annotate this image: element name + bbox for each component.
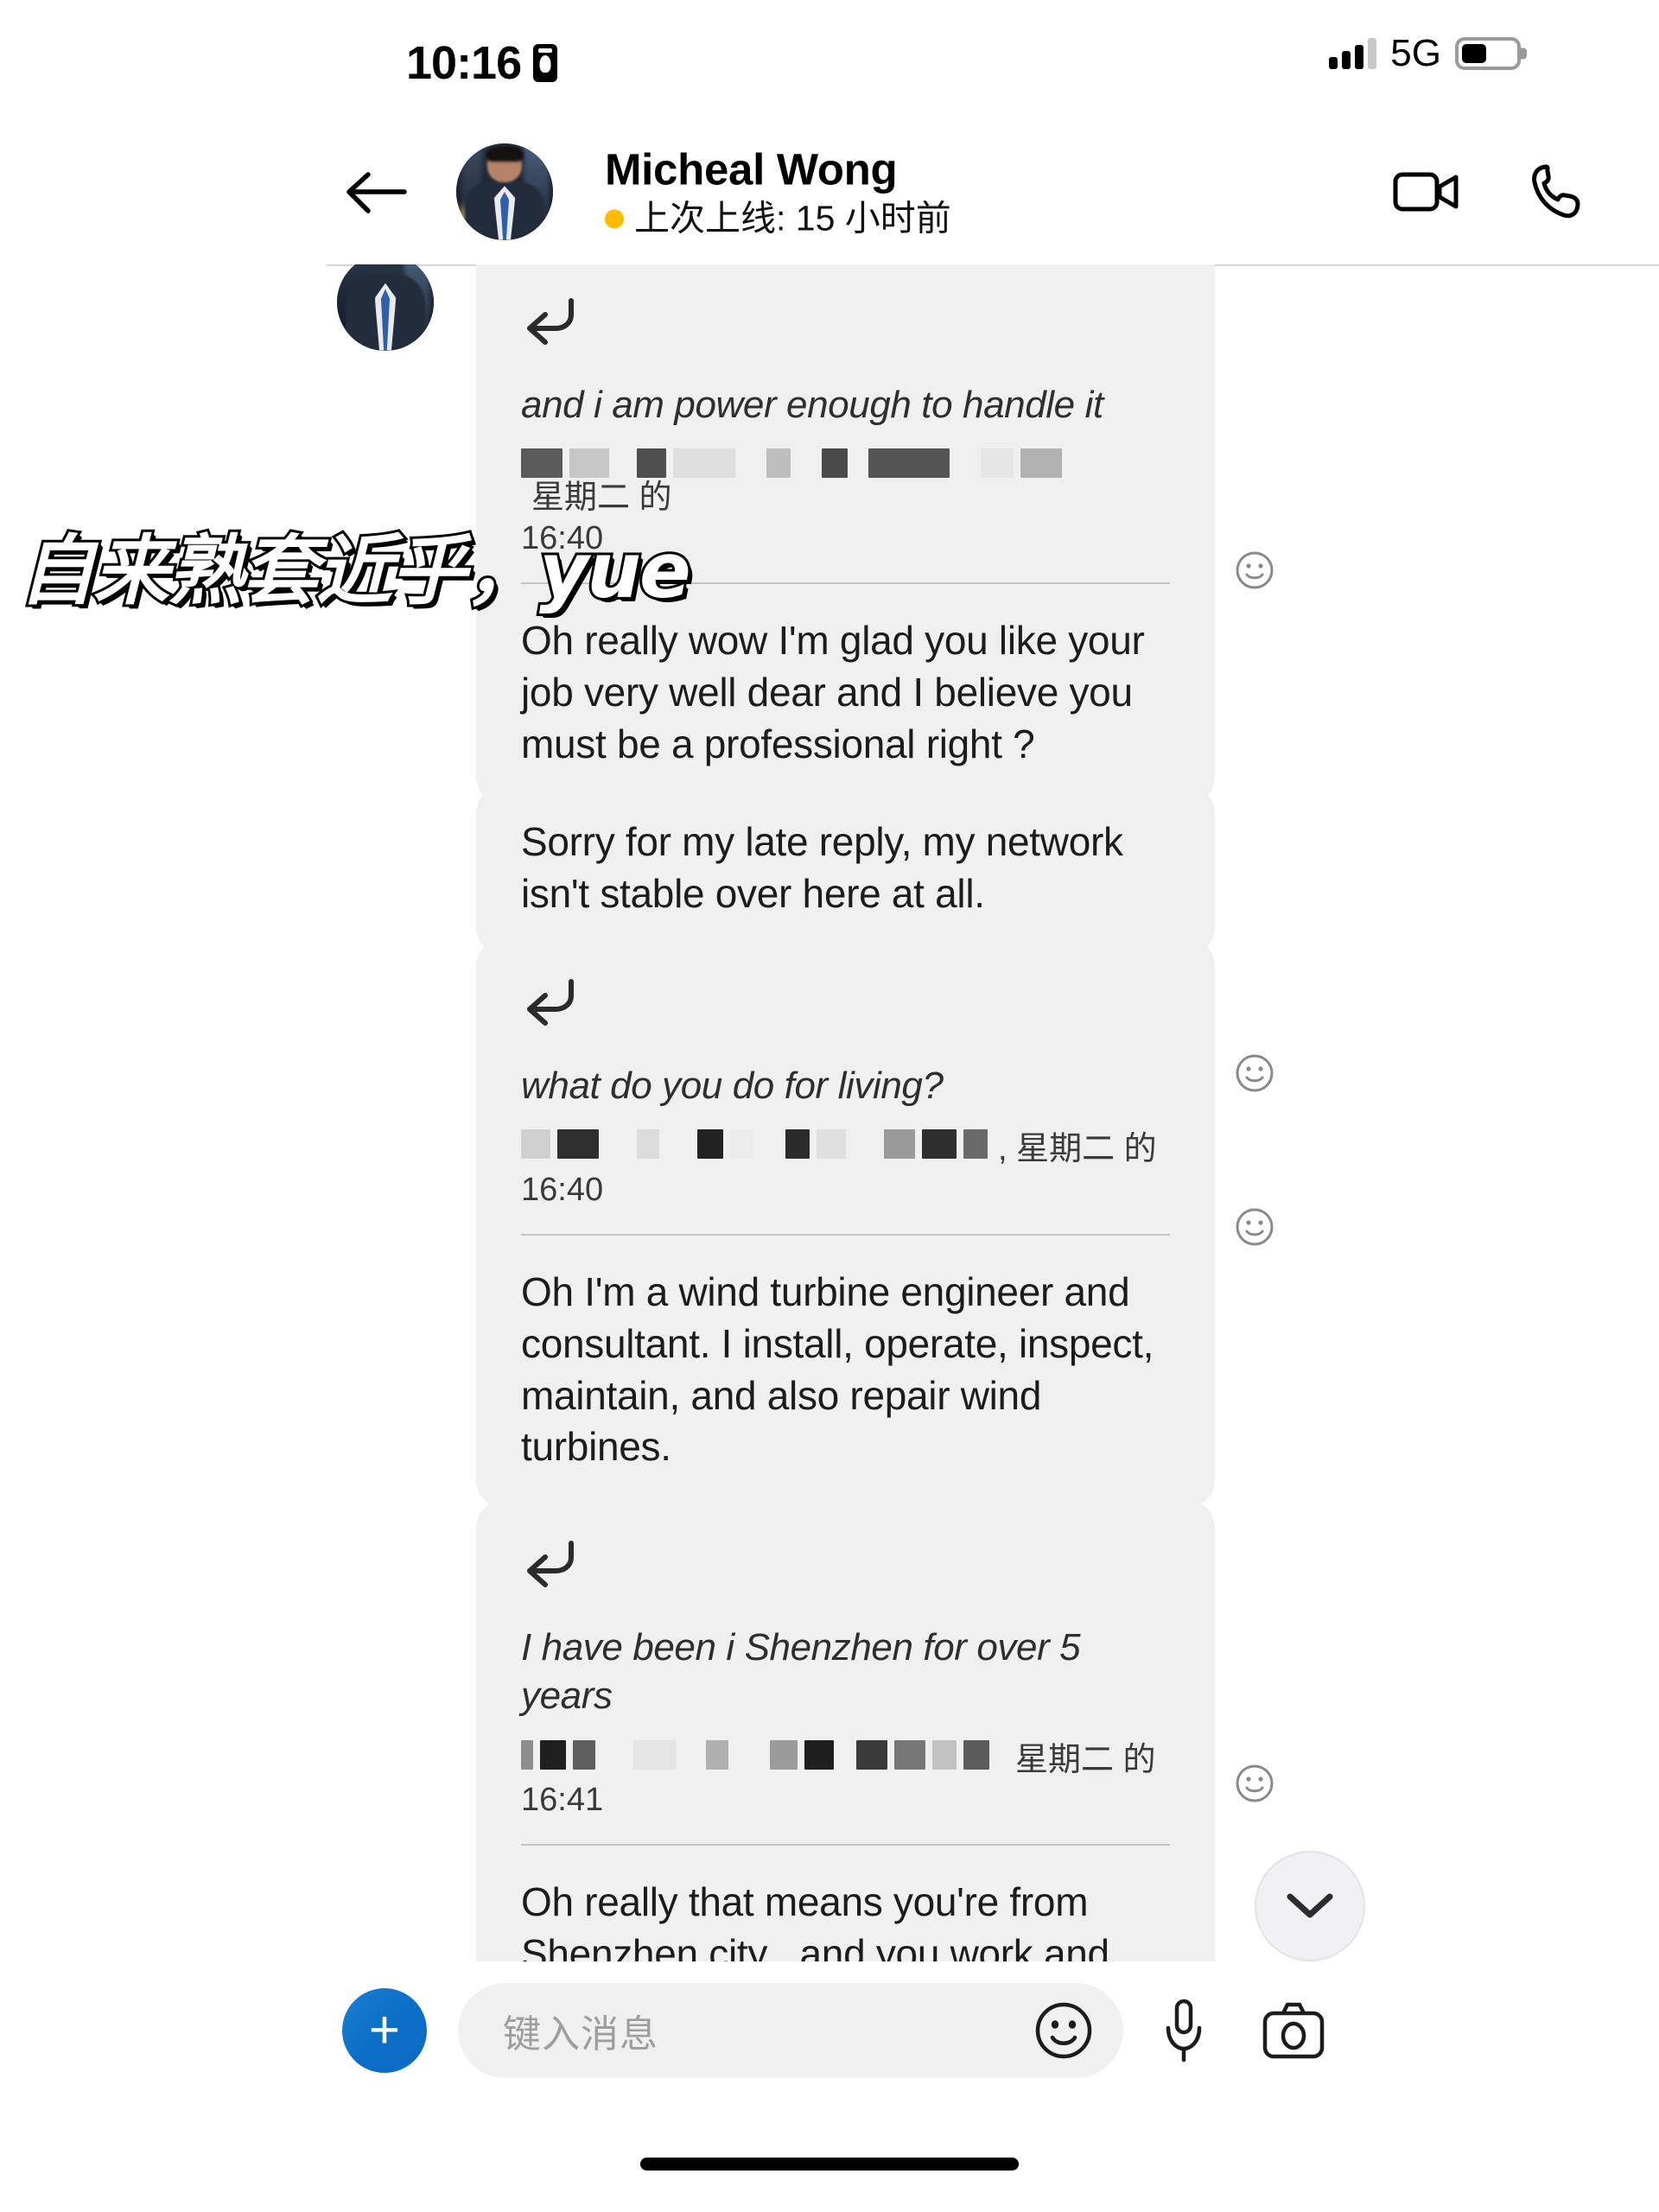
portrait-orientation-lock-icon — [533, 44, 558, 82]
quoted-message[interactable]: I have been i Shenzhen for over 5 years … — [476, 1500, 1215, 1835]
redacted-sender — [730, 1129, 753, 1160]
quoted-day: 星期二 的 — [531, 480, 672, 517]
camera-icon[interactable] — [1260, 1999, 1327, 2062]
redacted-sender — [766, 448, 791, 479]
smiley-reaction-icon[interactable] — [1234, 1052, 1275, 1094]
quoted-day: 星期二 的 — [1015, 1741, 1156, 1778]
redacted-sender — [697, 1129, 723, 1160]
redacted-sender — [521, 1739, 533, 1770]
quoted-time: 16:40 — [521, 519, 604, 556]
plus-icon: + — [368, 1999, 401, 2060]
redacted-sender — [981, 448, 1014, 479]
presence-line: 上次上线: 15 小时前 — [605, 199, 951, 238]
redacted-sender — [922, 1129, 957, 1160]
page-title: Micheal Wong — [605, 144, 898, 194]
redacted-sender — [637, 1129, 659, 1160]
message-bubble[interactable]: Sorry for my late reply, my network isn'… — [476, 785, 1215, 955]
redacted-sender — [521, 448, 563, 479]
message-bubble[interactable]: I have been i Shenzhen for over 5 years … — [476, 1500, 1215, 1999]
status-time-group: 10:16 — [406, 36, 558, 90]
battery-fill — [1462, 44, 1487, 63]
presence-dot-icon — [605, 209, 624, 229]
video-camera-icon[interactable] — [1393, 168, 1460, 216]
signal-bars-icon — [1329, 38, 1377, 69]
search-input[interactable]: 键入消息 — [503, 2003, 1033, 2058]
redacted-sender — [856, 1739, 887, 1770]
phone-icon[interactable] — [1528, 163, 1581, 220]
redacted-sender — [540, 1739, 566, 1770]
quoted-meta: 星期二 的 16:41 — [521, 1739, 1170, 1821]
quoted-meta: 星期二 的 16:40 — [521, 448, 1170, 558]
avatar[interactable] — [456, 143, 553, 240]
quoted-message[interactable]: and i am power enough to handle it 星期二 的… — [476, 264, 1215, 574]
redacted-sender — [822, 448, 848, 479]
message-input-bar: + 键入消息 — [0, 1961, 1659, 2100]
reply-arrow-icon — [521, 976, 1170, 1031]
redacted-sender — [963, 1129, 988, 1160]
smiley-reaction-icon[interactable] — [1234, 1763, 1275, 1804]
quoted-time: 16:40 — [521, 1171, 604, 1208]
home-indicator-bar[interactable] — [640, 2158, 1019, 2171]
network-type-label: 5G — [1390, 32, 1441, 74]
status-bar: 10:16 5G — [0, 0, 1659, 112]
quoted-text: what do you do for living? — [521, 1065, 944, 1107]
redacted-sender — [770, 1739, 798, 1770]
scroll-to-bottom-button[interactable] — [1255, 1851, 1365, 1961]
redacted-sender — [673, 448, 735, 479]
back-arrow-icon[interactable] — [344, 168, 408, 216]
redacted-sender — [1020, 448, 1062, 479]
chat-header: Micheal Wong 上次上线: 15 小时前 — [0, 119, 1659, 264]
chevron-down-icon — [1287, 1893, 1333, 1918]
message-text: Oh really wow I'm glad you like your job… — [521, 618, 1145, 766]
message-text: Sorry for my late reply, my network isn'… — [521, 819, 1123, 916]
header-contact-info[interactable]: Micheal Wong 上次上线: 15 小时前 — [605, 145, 951, 238]
message-text: Oh I'm a wind turbine engineer and consu… — [521, 1269, 1154, 1470]
quoted-time: 16:41 — [521, 1781, 604, 1818]
redacted-sender — [785, 1129, 810, 1160]
message-bubble[interactable]: and i am power enough to handle it 星期二 的… — [476, 264, 1215, 805]
quoted-text: and i am power enough to handle it — [521, 384, 1103, 426]
message-bubble[interactable]: what do you do for living? , 星期二 的 16:40 — [476, 938, 1215, 1509]
message-input-field[interactable]: 键入消息 — [458, 1983, 1123, 2078]
redacted-sender — [868, 448, 950, 479]
redacted-sender — [932, 1739, 957, 1770]
chat-screen: 10:16 5G Micheal Wong 上次上线: 15 小时前 and i… — [0, 0, 1659, 2212]
redacted-sender — [894, 1739, 925, 1770]
redacted-sender — [573, 1739, 595, 1770]
presence-text: 上次上线: 15 小时前 — [634, 198, 951, 238]
redacted-sender — [637, 448, 666, 479]
reply-arrow-icon — [521, 296, 1170, 350]
quoted-day: , 星期二 的 — [998, 1131, 1157, 1168]
redacted-sender — [706, 1739, 728, 1770]
redacted-sender — [557, 1129, 599, 1160]
redacted-sender — [569, 448, 609, 479]
redacted-sender — [963, 1739, 989, 1770]
reply-arrow-icon — [521, 1538, 1170, 1592]
peer-avatar[interactable] — [337, 264, 434, 351]
quoted-meta: , 星期二 的 16:40 — [521, 1129, 1170, 1210]
header-actions — [1393, 163, 1581, 220]
microphone-icon[interactable] — [1161, 1997, 1206, 2064]
smiley-reaction-icon[interactable] — [1234, 1206, 1275, 1248]
input-actions — [1161, 1997, 1327, 2064]
redacted-sender — [804, 1739, 834, 1770]
status-time: 10:16 — [406, 37, 522, 89]
status-indicators: 5G — [1329, 35, 1521, 73]
add-attachment-button[interactable]: + — [342, 1988, 427, 2073]
redacted-sender — [521, 1129, 550, 1160]
message-list[interactable]: and i am power enough to handle it 星期二 的… — [0, 264, 1659, 1999]
smiley-reaction-icon[interactable] — [1234, 550, 1275, 591]
smiley-icon[interactable] — [1033, 2000, 1094, 2061]
quoted-text: I have been i Shenzhen for over 5 years — [521, 1626, 1081, 1718]
redacted-sender — [884, 1129, 915, 1160]
redacted-sender — [817, 1129, 846, 1160]
quoted-message[interactable]: what do you do for living? , 星期二 的 16:40 — [476, 938, 1215, 1225]
battery-icon — [1455, 37, 1521, 70]
redacted-sender — [633, 1739, 677, 1770]
